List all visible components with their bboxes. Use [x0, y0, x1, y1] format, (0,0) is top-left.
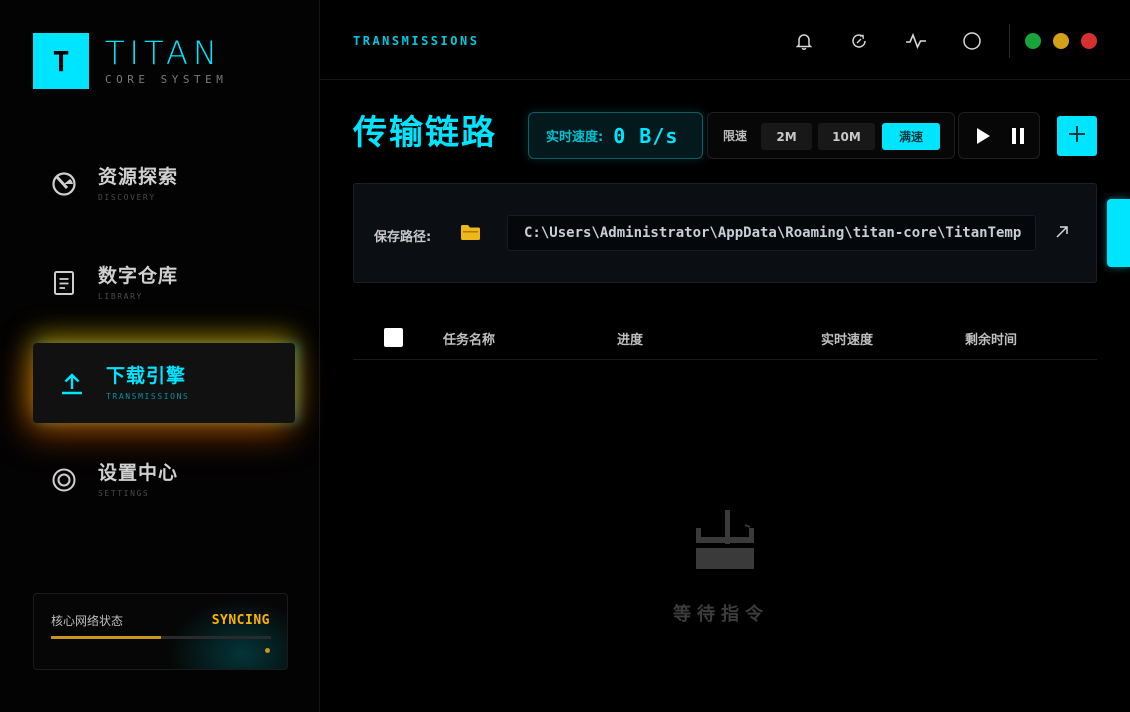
column-header-name[interactable]: 任务名称 — [443, 329, 495, 348]
bell-icon[interactable] — [793, 30, 815, 52]
sidebar-item-library[interactable]: 数字仓库 LIBRARY — [33, 243, 295, 323]
sidebar-item-label: 下载引擎 — [106, 365, 187, 387]
sidebar-item-discovery[interactable]: 资源探索 DISCOVERY — [33, 144, 295, 224]
sidebar-item-label: 数字仓库 — [98, 265, 179, 287]
save-path-field[interactable]: C:\Users\Administrator\AppData\Roaming\t… — [507, 215, 1036, 251]
empty-state-text: 等待指令 — [673, 604, 769, 625]
brand-name: TITAN — [105, 34, 222, 72]
window-close-button[interactable] — [1081, 33, 1097, 49]
brand-logo: T — [33, 33, 89, 89]
upload-icon — [58, 369, 86, 397]
section-title: TRANSMISSIONS — [353, 34, 480, 48]
sidebar-item-sub: TRANSMISSIONS — [106, 392, 190, 401]
speed-value: 0 B/s — [613, 123, 679, 148]
side-drawer-handle[interactable] — [1107, 199, 1130, 267]
brand: T TITAN CORE SYSTEM — [33, 33, 227, 89]
sidebar: T TITAN CORE SYSTEM 资源探索 DISCOVERY 数字仓库 … — [0, 0, 320, 712]
column-header-remaining[interactable]: 剩余时间 — [965, 329, 1017, 348]
network-progress-bar — [51, 636, 271, 639]
plus-icon — [1067, 124, 1087, 148]
refresh-icon[interactable] — [848, 30, 870, 52]
sidebar-item-sub: SETTINGS — [98, 489, 150, 498]
open-external-icon[interactable] — [1054, 224, 1070, 244]
save-path-label: 保存路径: — [374, 230, 432, 245]
sidebar-item-sub: LIBRARY — [98, 292, 143, 301]
limit-full-button[interactable]: 满速 — [882, 123, 940, 150]
network-status-label: 核心网络状态 — [51, 614, 124, 628]
window-maximize-button[interactable] — [1025, 33, 1041, 49]
sidebar-item-settings[interactable]: 设置中心 SETTINGS — [33, 440, 295, 520]
page-title: 传输链路 — [353, 113, 497, 153]
pause-button[interactable] — [1009, 127, 1027, 145]
task-table-header: 任务名称 进度 实时速度 剩余时间 — [353, 313, 1097, 360]
column-header-speed[interactable]: 实时速度 — [821, 329, 873, 348]
sidebar-item-transmissions[interactable]: 下载引擎 TRANSMISSIONS — [33, 343, 295, 423]
limit-2m-button[interactable]: 2M — [761, 123, 812, 150]
save-path-panel: 保存路径: C:\Users\Administrator\AppData\Roa… — [353, 183, 1097, 283]
select-all-checkbox[interactable] — [384, 328, 403, 347]
folder-icon[interactable] — [460, 224, 481, 245]
sidebar-item-sub: DISCOVERY — [98, 193, 156, 202]
network-status-card: 核心网络状态 SYNCING — [33, 593, 288, 670]
document-icon — [50, 269, 78, 297]
top-bar: TRANSMISSIONS — [320, 0, 1130, 80]
speed-limit-label: 限速 — [723, 129, 748, 143]
status-indicator-dot — [265, 648, 270, 653]
network-progress-fill — [51, 636, 161, 639]
brand-subtitle: CORE SYSTEM — [105, 73, 228, 86]
speed-label: 实时速度: — [546, 130, 604, 145]
inbox-empty-icon — [693, 507, 757, 575]
pulse-icon[interactable] — [905, 30, 927, 52]
network-status-value: SYNCING — [211, 613, 270, 628]
column-header-progress[interactable]: 进度 — [617, 329, 643, 348]
limit-10m-button[interactable]: 10M — [818, 123, 875, 150]
add-task-button[interactable] — [1057, 116, 1097, 156]
play-button[interactable] — [974, 127, 992, 145]
sidebar-item-label: 设置中心 — [98, 462, 179, 484]
realtime-speed-display: 实时速度: 0 B/s — [528, 112, 703, 159]
sidebar-item-label: 资源探索 — [98, 166, 179, 188]
window-minimize-button[interactable] — [1053, 33, 1069, 49]
circle-icon[interactable] — [961, 30, 983, 52]
compass-icon — [50, 170, 78, 198]
speed-limit-group: 限速 2M 10M 满速 — [707, 112, 955, 159]
target-icon — [50, 466, 78, 494]
playback-controls — [958, 112, 1040, 159]
